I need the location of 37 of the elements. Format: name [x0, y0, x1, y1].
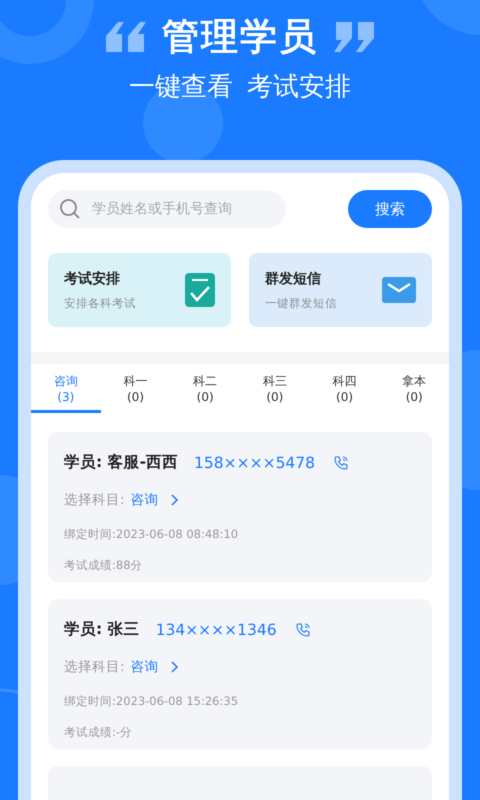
phone-number[interactable]: 158××××5478	[194, 454, 316, 472]
headline: 管理学员	[162, 14, 318, 60]
subject-tab[interactable]: 科一 (0)	[100, 364, 170, 413]
quote-icon	[106, 22, 146, 52]
student-name: 学员: 客服-西西	[64, 452, 178, 473]
shortcut-title: 考试安排	[64, 270, 121, 288]
bound-time: 绑定时间:2023-06-08 15:26:35	[64, 694, 240, 709]
shortcut-title: 群发短信	[265, 270, 322, 288]
shortcut-card[interactable]: 群发短信 一键群发短信	[249, 253, 432, 327]
checklist-icon	[185, 273, 215, 307]
subject-link[interactable]: 咨询	[130, 658, 179, 676]
student-name: 学员: 张三	[64, 619, 140, 640]
exam-score: 考试成绩:88分	[64, 558, 144, 573]
subject-tab[interactable]: 科四 (0)	[310, 364, 380, 413]
subject-label: 选择科目:	[64, 491, 125, 509]
search-field[interactable]: 学员姓名或手机号查询	[48, 190, 286, 228]
subtitle: 一键查看 考试安排	[128, 71, 352, 104]
subject-tab[interactable]: 拿本 (0)	[379, 364, 450, 413]
subject-label: 选择科目:	[64, 658, 125, 676]
chevron-right-icon	[170, 661, 179, 673]
shortcut-card[interactable]: 考试安排 安排各科考试	[48, 253, 231, 327]
shortcut-subtitle: 一键群发短信	[265, 296, 337, 310]
quote-icon	[334, 22, 374, 52]
subject-tab[interactable]: 科二 (0)	[170, 364, 240, 413]
chevron-right-icon	[170, 494, 179, 506]
shortcut-subtitle: 安排各科考试	[64, 296, 136, 310]
mail-icon	[382, 277, 416, 303]
search-icon	[59, 198, 81, 220]
subject-tab[interactable]: 咨询 (3)	[31, 364, 101, 413]
exam-score: 考试成绩:-分	[64, 725, 134, 740]
phone-number[interactable]: 134××××1346	[156, 620, 277, 638]
search-button[interactable]: 搜索	[348, 190, 432, 228]
subject-link[interactable]: 咨询	[130, 491, 179, 509]
phone-icon[interactable]	[294, 622, 311, 638]
bound-time: 绑定时间:2023-06-08 08:48:10	[64, 527, 240, 542]
subject-tab[interactable]: 科三 (0)	[240, 364, 310, 413]
phone-icon[interactable]	[333, 454, 350, 470]
